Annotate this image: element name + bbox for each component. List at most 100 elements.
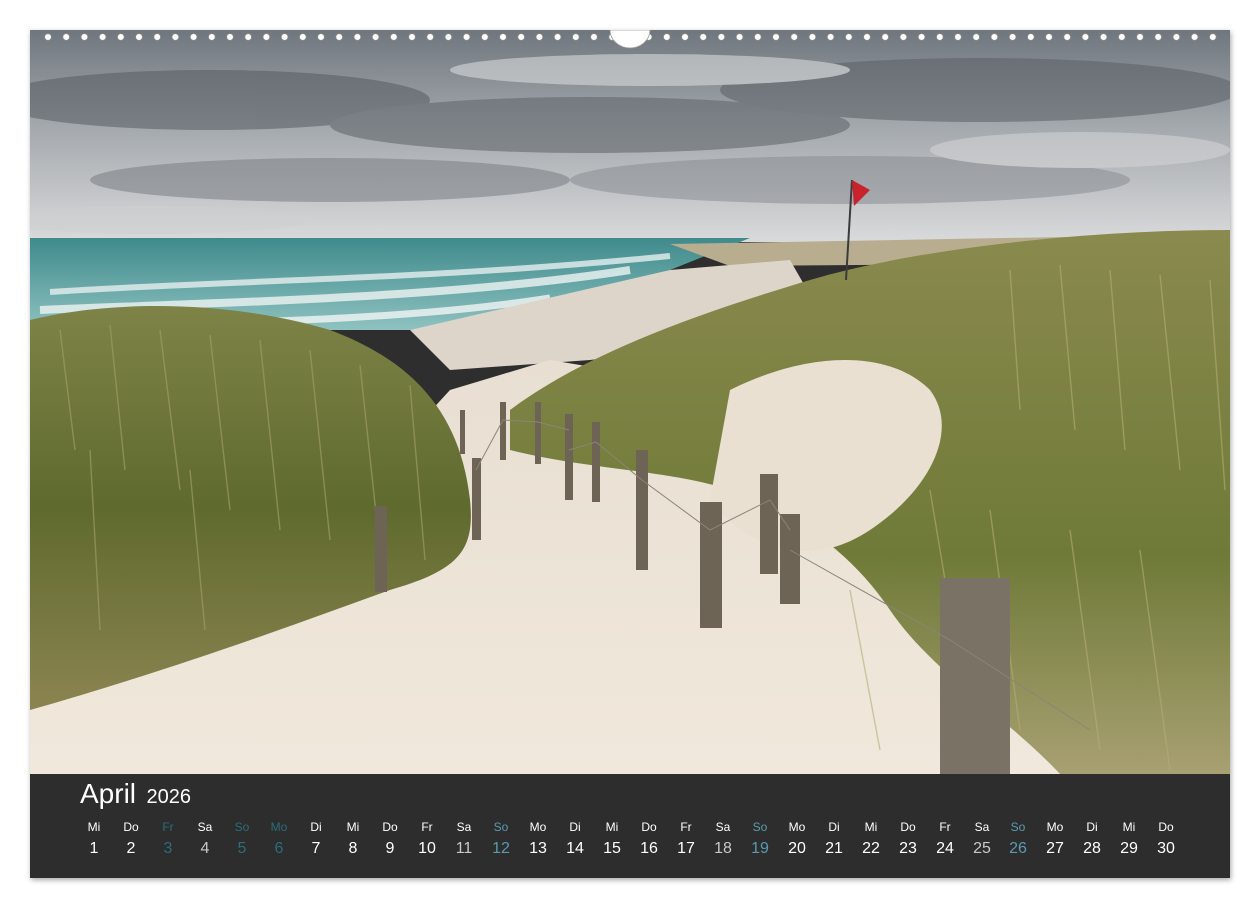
binding-hole bbox=[1172, 33, 1181, 41]
day-name: Mi bbox=[87, 820, 101, 834]
day-number: 24 bbox=[936, 840, 954, 857]
binding-holes bbox=[44, 30, 1217, 49]
binding-hole bbox=[517, 33, 526, 41]
day-number: 23 bbox=[899, 840, 917, 857]
day-number: 15 bbox=[603, 840, 621, 857]
day-name: So bbox=[234, 820, 250, 834]
binding-hole bbox=[153, 33, 161, 41]
landscape-illustration bbox=[30, 30, 1230, 774]
binding-hole bbox=[1190, 33, 1199, 41]
binding-hole bbox=[954, 33, 962, 41]
binding-hole bbox=[772, 33, 780, 41]
day-name: Do bbox=[123, 820, 139, 834]
day-number: 5 bbox=[237, 840, 247, 857]
binding-hole bbox=[863, 33, 871, 41]
day-name: Di bbox=[310, 820, 322, 834]
day-name: Mi bbox=[605, 820, 619, 834]
binding-hole bbox=[135, 33, 143, 41]
binding-hole bbox=[80, 33, 89, 41]
binding-hole bbox=[790, 33, 798, 41]
binding-hole bbox=[553, 33, 562, 41]
binding-hole bbox=[1063, 33, 1071, 41]
day-name: Sa bbox=[974, 820, 990, 834]
day-number: 9 bbox=[385, 840, 395, 857]
binding-hole bbox=[98, 33, 107, 41]
day-number: 21 bbox=[825, 840, 843, 857]
binding-hole bbox=[735, 33, 744, 41]
binding-hole bbox=[826, 33, 835, 41]
day-number: 13 bbox=[529, 840, 547, 857]
binding-hole bbox=[1008, 33, 1017, 41]
day-number: 28 bbox=[1083, 840, 1101, 857]
day-name: Fr bbox=[680, 820, 692, 834]
binding-hole bbox=[371, 33, 380, 41]
binding-hole bbox=[1136, 33, 1144, 41]
day-number: 10 bbox=[418, 840, 436, 857]
binding-hole bbox=[298, 33, 307, 41]
day-name: Fr bbox=[939, 820, 951, 834]
day-name: Sa bbox=[715, 820, 731, 834]
month-name: April bbox=[80, 778, 137, 809]
day-name: Fr bbox=[421, 820, 433, 834]
day-number: 19 bbox=[751, 840, 769, 857]
day-name: Mo bbox=[788, 820, 806, 834]
day-name: Mi bbox=[346, 820, 360, 834]
day-name: So bbox=[1010, 820, 1026, 834]
binding-hole bbox=[262, 33, 271, 41]
binding-hole bbox=[1154, 33, 1162, 41]
day-number: 14 bbox=[566, 840, 584, 857]
day-number: 22 bbox=[862, 840, 880, 857]
calendar-title: April 2026 bbox=[80, 778, 191, 810]
binding-hole bbox=[389, 33, 398, 41]
day-number: 26 bbox=[1009, 840, 1027, 857]
day-number: 1 bbox=[89, 840, 99, 857]
day-name: Mi bbox=[1122, 820, 1136, 834]
binding-hole bbox=[462, 33, 471, 41]
binding-hole bbox=[44, 33, 52, 41]
day-name: Fr bbox=[162, 820, 174, 834]
binding-hole bbox=[171, 33, 180, 41]
year-number: 2026 bbox=[146, 786, 191, 808]
day-number: 11 bbox=[455, 840, 473, 857]
day-name: Mo bbox=[270, 820, 288, 834]
binding-hole bbox=[444, 33, 453, 41]
day-number: 25 bbox=[973, 840, 991, 857]
day-name: Di bbox=[569, 820, 581, 834]
day-number: 3 bbox=[163, 840, 173, 857]
binding-hole bbox=[699, 33, 707, 41]
beach-dunes-photo bbox=[30, 30, 1230, 774]
day-number: 20 bbox=[788, 840, 806, 857]
binding-hole bbox=[426, 33, 435, 41]
binding-hole bbox=[881, 33, 889, 41]
binding-hole bbox=[226, 33, 234, 41]
binding-hole bbox=[189, 33, 198, 41]
day-number: 16 bbox=[640, 840, 658, 857]
day-name: Di bbox=[828, 820, 840, 834]
binding-hole bbox=[535, 33, 544, 41]
day-number: 7 bbox=[311, 840, 321, 857]
binding-hole bbox=[808, 33, 817, 41]
day-number: 27 bbox=[1046, 840, 1064, 857]
binding-hole bbox=[317, 33, 325, 41]
day-name: Di bbox=[1086, 820, 1098, 834]
day-number: 30 bbox=[1157, 840, 1175, 857]
day-name: Mo bbox=[529, 820, 547, 834]
day-number: 29 bbox=[1120, 840, 1138, 857]
calendar-strip: April 2026 Mi 1 Do 2 Fr 3 Sa 4 So 5 Mo 6 Di 7 Mi 8 Do 9 Fr… bbox=[30, 774, 1230, 878]
binding-hole bbox=[753, 33, 762, 41]
day-name: Mo bbox=[1046, 820, 1064, 834]
day-name: Sa bbox=[197, 820, 213, 834]
binding-hole bbox=[917, 33, 926, 41]
binding-hole bbox=[1026, 33, 1035, 41]
binding-hole bbox=[1045, 33, 1053, 41]
day-name: Do bbox=[900, 820, 916, 834]
day-number: 6 bbox=[274, 840, 284, 857]
day-number: 18 bbox=[714, 840, 732, 857]
binding-hole bbox=[335, 33, 344, 41]
day-number: 2 bbox=[126, 840, 136, 857]
day-number: 12 bbox=[492, 840, 510, 857]
binding-hole bbox=[1118, 33, 1126, 41]
binding-hole bbox=[935, 33, 944, 41]
binding-hole bbox=[571, 33, 580, 41]
calendar-sheet: April 2026 Mi 1 Do 2 Fr 3 Sa 4 So 5 Mo 6 Di 7 Mi 8 Do 9 Fr… bbox=[30, 30, 1230, 878]
